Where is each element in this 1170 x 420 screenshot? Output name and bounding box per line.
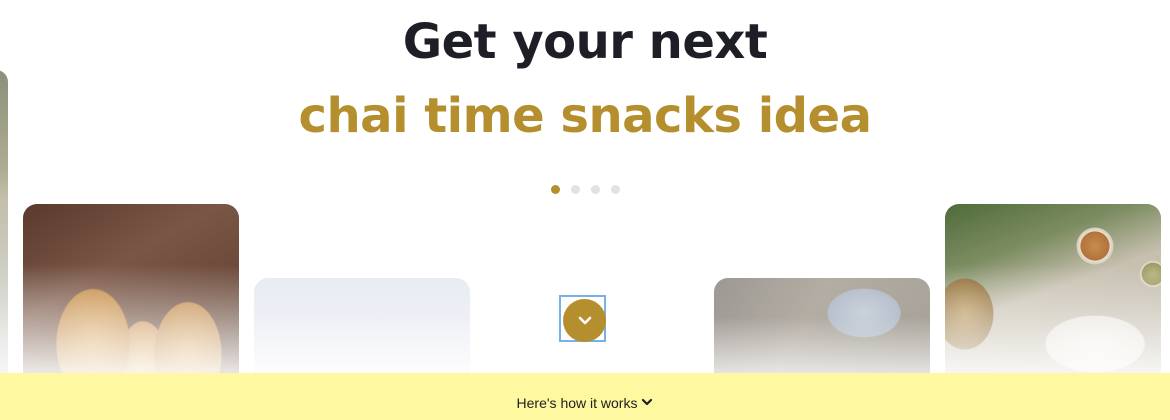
carousel-dot-3[interactable] — [590, 185, 600, 194]
carousel-dot-2[interactable] — [570, 185, 580, 194]
how-it-works-link[interactable]: Here's how it works — [0, 373, 1170, 420]
carousel-pagination — [0, 185, 1170, 194]
chevron-down-icon — [641, 387, 653, 407]
carousel-dot-1[interactable] — [550, 185, 560, 194]
carousel-dot-4[interactable] — [610, 185, 620, 194]
hero-section: Get your next chai time snacks idea Here… — [0, 0, 1170, 420]
chevron-down-icon — [578, 316, 591, 324]
headline-primary: Get your next — [402, 14, 768, 70]
how-it-works-label: Here's how it works — [516, 394, 638, 411]
headline-accent: chai time snacks idea — [298, 88, 872, 144]
partial-image-left — [0, 70, 8, 400]
scroll-down-button[interactable] — [563, 299, 606, 342]
